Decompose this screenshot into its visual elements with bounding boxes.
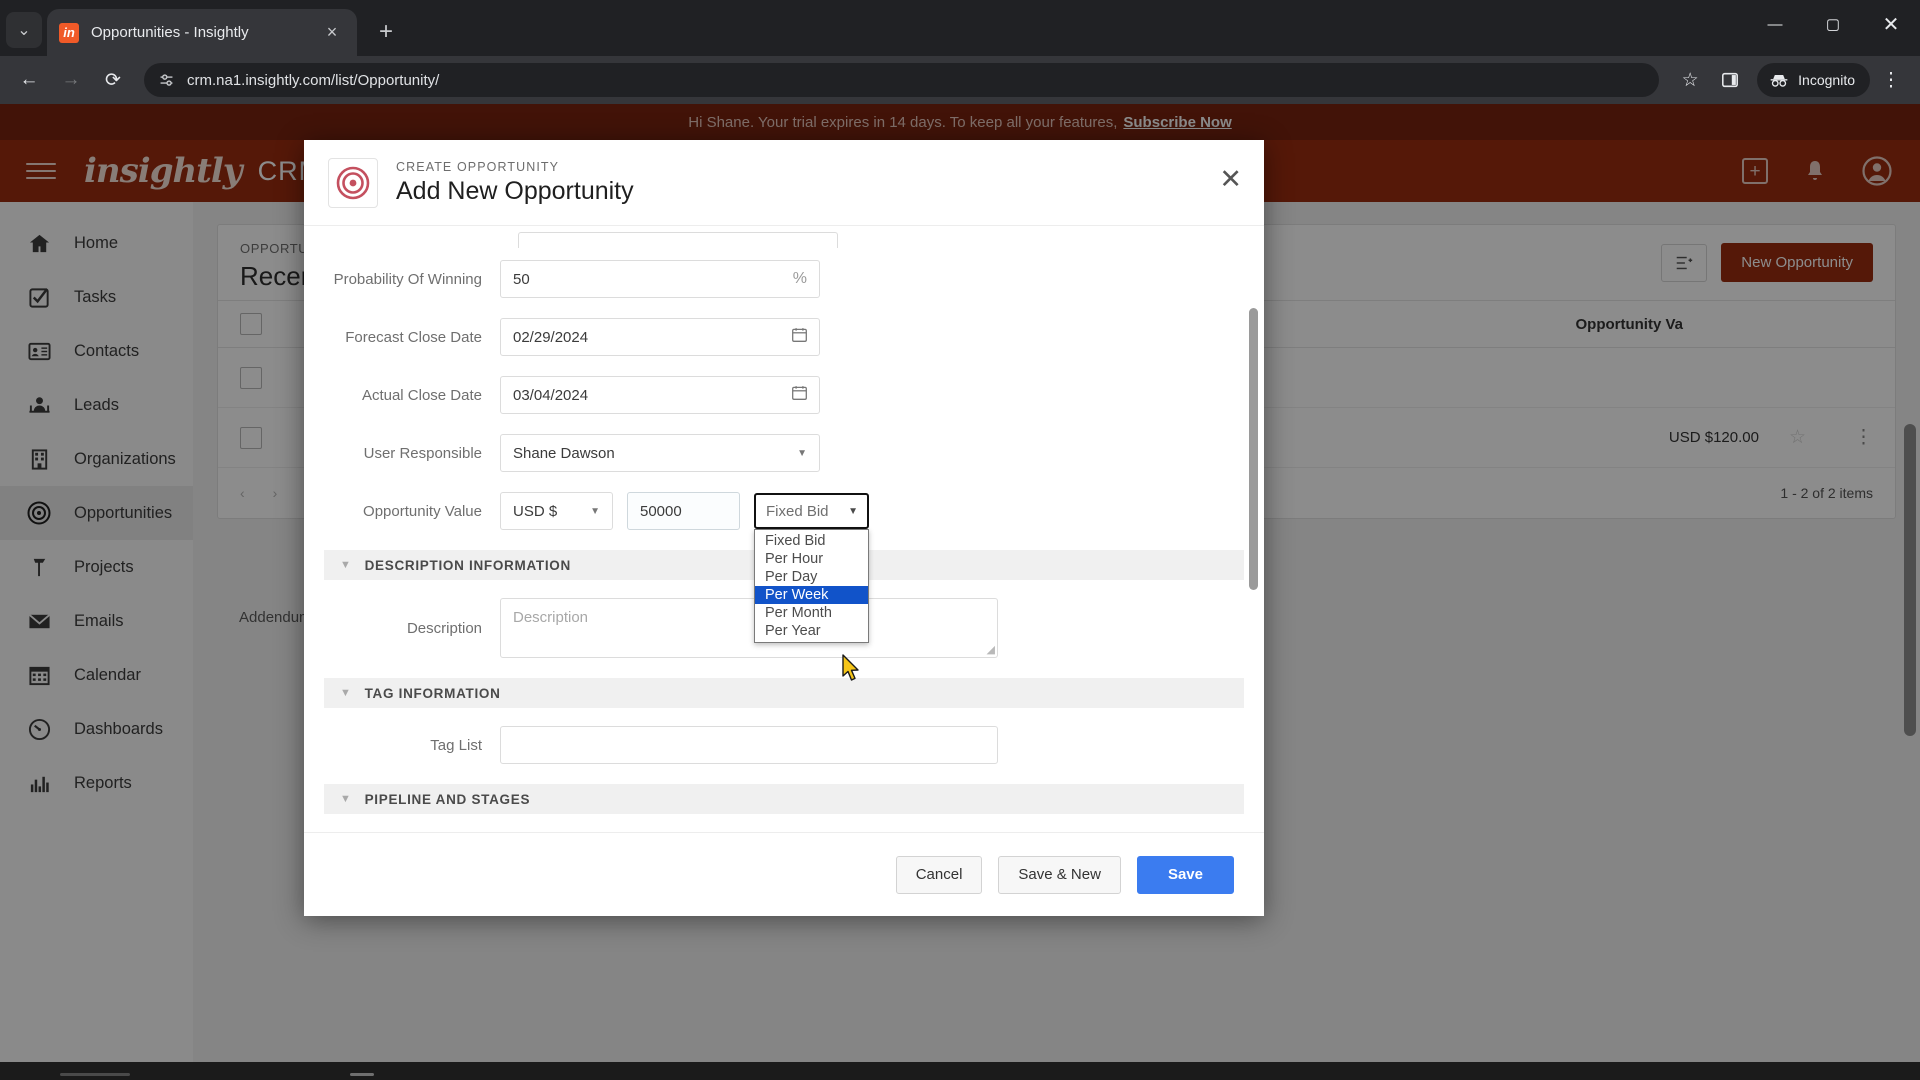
rate-option[interactable]: Per Day	[755, 568, 868, 586]
field-label: Opportunity Value	[363, 502, 482, 520]
rate-option[interactable]: Fixed Bid	[755, 532, 868, 550]
section-tag-information[interactable]: ▼ TAG INFORMATION	[324, 678, 1244, 708]
resize-grip-icon[interactable]: ◢	[987, 643, 995, 656]
target-icon	[328, 157, 378, 208]
page-viewport: Hi Shane. Your trial expires in 14 days.…	[0, 104, 1920, 1080]
insightly-favicon: in	[59, 22, 79, 43]
rate-select[interactable]: Fixed Bid ▼	[754, 493, 869, 529]
window-controls: — ▢ ✕	[1746, 0, 1920, 48]
user-responsible-select[interactable]: Shane Dawson ▼	[500, 434, 820, 472]
reload-icon[interactable]: ⟳	[94, 61, 132, 99]
chevron-down-icon: ⌄	[17, 22, 31, 39]
browser-window: ⌄ in Opportunities - Insightly × + — ▢ ✕…	[0, 0, 1920, 1080]
field-tag-list: Tag List	[304, 726, 1264, 764]
field-label: Tag List	[430, 736, 482, 754]
incognito-indicator[interactable]: Incognito	[1757, 63, 1870, 97]
modal-eyebrow: CREATE OPPORTUNITY	[396, 159, 560, 174]
chevron-down-icon: ▼	[848, 506, 858, 517]
section-title: DESCRIPTION INFORMATION	[364, 557, 571, 573]
field-user-responsible: User Responsible Shane Dawson ▼	[304, 434, 1264, 472]
tab-search-button[interactable]: ⌄	[6, 12, 42, 48]
modal-scrollbar[interactable]	[1249, 308, 1258, 590]
chevron-down-icon: ▼	[797, 447, 807, 459]
probability-input[interactable]: 50 %	[500, 260, 820, 298]
rate-selected-value: Fixed Bid	[766, 502, 829, 520]
calendar-icon[interactable]	[791, 326, 808, 348]
field-value: 50	[513, 270, 530, 288]
field-probability-of-winning: Probability Of Winning 50 %	[304, 260, 1264, 298]
incognito-label: Incognito	[1798, 72, 1855, 88]
browser-menu-icon[interactable]: ⋮	[1872, 61, 1910, 99]
section-title: PIPELINE AND STAGES	[364, 791, 531, 807]
modal-header: CREATE OPPORTUNITY Add New Opportunity ✕	[304, 140, 1264, 226]
minimize-button[interactable]: —	[1746, 0, 1804, 48]
field-opportunity-value: Opportunity Value USD $ ▼ 50000 Fixed Bi…	[304, 492, 1264, 643]
field-label: Probability Of Winning	[333, 270, 482, 288]
field-label: User Responsible	[363, 444, 482, 462]
field-value: 03/04/2024	[513, 386, 589, 404]
field-label: Forecast Close Date	[345, 328, 482, 346]
back-icon[interactable]: ←	[10, 61, 48, 99]
url-text: crm.na1.insightly.com/list/Opportunity/	[187, 71, 440, 89]
actual-close-date-input[interactable]: 03/04/2024	[500, 376, 820, 414]
clipped-field-above	[518, 232, 838, 248]
description-placeholder: Description	[513, 609, 589, 626]
field-value: Shane Dawson	[513, 444, 615, 462]
close-window-button[interactable]: ✕	[1862, 0, 1920, 48]
new-tab-button[interactable]: +	[369, 15, 403, 49]
forward-icon[interactable]: →	[52, 61, 90, 99]
mouse-cursor	[841, 654, 863, 689]
description-textarea[interactable]: Description ◢	[500, 598, 998, 658]
chevron-down-icon: ▼	[340, 687, 352, 699]
amount-value: 50000	[640, 502, 682, 520]
percent-icon: %	[792, 270, 807, 287]
section-pipeline-and-stages[interactable]: ▼ PIPELINE AND STAGES	[324, 784, 1244, 814]
field-label: Description	[406, 619, 482, 637]
rate-option[interactable]: Per Hour	[755, 550, 868, 568]
rate-select-wrapper: Fixed Bid ▼ Fixed Bid Per Hour Per Day P…	[754, 493, 869, 643]
browser-tab[interactable]: in Opportunities - Insightly ×	[47, 9, 357, 56]
toolbar-right-icons: ☆ Incognito ⋮	[1671, 61, 1910, 99]
save-button[interactable]: Save	[1136, 855, 1234, 894]
field-actual-close-date: Actual Close Date 03/04/2024	[304, 376, 1264, 414]
incognito-icon	[1770, 75, 1788, 87]
save-and-new-button[interactable]: Save & New	[998, 855, 1121, 894]
modal-titles: CREATE OPPORTUNITY Add New Opportunity	[396, 160, 634, 206]
section-title: TAG INFORMATION	[364, 685, 501, 701]
modal-title: Add New Opportunity	[396, 176, 634, 205]
rate-option-selected[interactable]: Per Week	[755, 586, 868, 604]
address-bar[interactable]: crm.na1.insightly.com/list/Opportunity/	[144, 63, 1660, 97]
side-panel-icon[interactable]	[1711, 61, 1749, 99]
field-label: Actual Close Date	[361, 386, 482, 404]
bookmark-star-icon[interactable]: ☆	[1671, 61, 1709, 99]
close-icon[interactable]: ✕	[1219, 166, 1242, 193]
maximize-button[interactable]: ▢	[1804, 0, 1862, 48]
calendar-icon[interactable]	[791, 384, 808, 406]
browser-toolbar: ← → ⟳ crm.na1.insightly.com/list/Opportu…	[0, 56, 1920, 104]
tab-close-icon[interactable]: ×	[319, 20, 345, 46]
modal-body: Probability Of Winning 50 % Forecast Clo…	[304, 226, 1264, 832]
forecast-close-date-input[interactable]: 02/29/2024	[500, 318, 820, 356]
browser-tabstrip: ⌄ in Opportunities - Insightly × + — ▢ ✕	[0, 0, 1920, 56]
currency-select[interactable]: USD $ ▼	[500, 492, 613, 530]
tab-title: Opportunities - Insightly	[91, 24, 249, 41]
amount-input[interactable]: 50000	[627, 492, 740, 530]
field-forecast-close-date: Forecast Close Date 02/29/2024	[304, 318, 1264, 356]
chevron-down-icon: ▼	[590, 505, 600, 517]
taskbar	[0, 1062, 1920, 1080]
rate-option[interactable]: Per Year	[755, 622, 868, 640]
rate-options-dropdown[interactable]: Fixed Bid Per Hour Per Day Per Week Per …	[754, 529, 869, 643]
currency-value: USD $	[513, 502, 558, 520]
modal-footer: Cancel Save & New Save	[304, 832, 1264, 916]
add-opportunity-modal: CREATE OPPORTUNITY Add New Opportunity ✕…	[304, 140, 1264, 916]
chevron-down-icon: ▼	[340, 793, 352, 805]
rate-option[interactable]: Per Month	[755, 604, 868, 622]
cancel-button[interactable]: Cancel	[895, 855, 983, 894]
site-settings-icon[interactable]	[158, 72, 175, 89]
chevron-down-icon: ▼	[340, 559, 352, 571]
tag-list-input[interactable]	[500, 726, 998, 764]
field-value: 02/29/2024	[513, 328, 589, 346]
